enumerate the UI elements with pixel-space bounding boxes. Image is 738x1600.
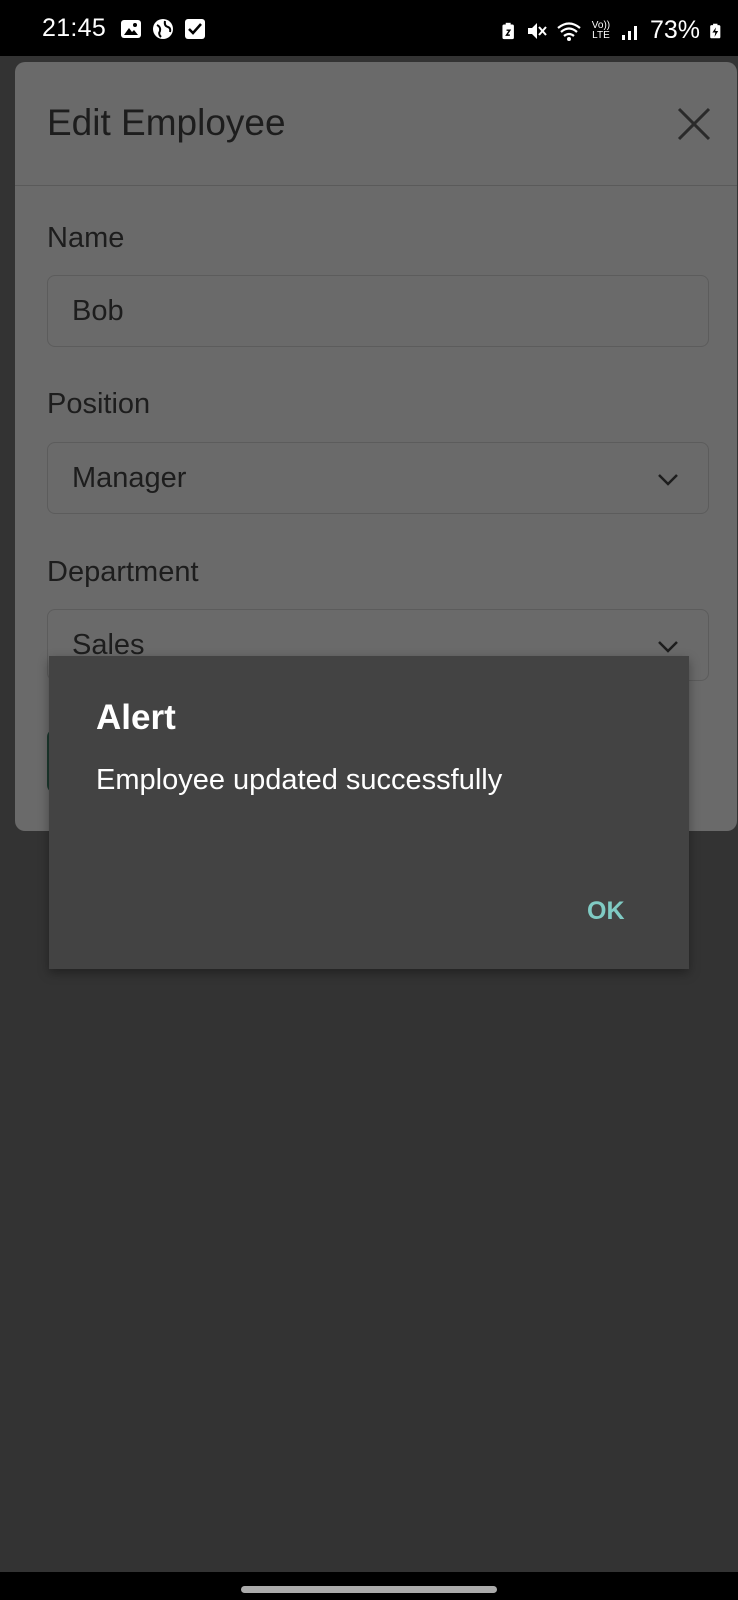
ok-button[interactable]: OK [587,897,625,926]
vpn-globe-icon [153,19,173,39]
status-right-icons: Vo)) LTE 73% [500,16,724,45]
checkbox-notification-icon [185,19,205,39]
battery-charging-icon [710,23,721,38]
department-label: Department [47,556,199,588]
position-select-value: Manager [72,462,187,494]
home-indicator[interactable] [241,1586,497,1593]
close-icon[interactable] [676,106,712,142]
volte-icon: Vo)) LTE [591,19,611,41]
position-label: Position [47,388,151,420]
battery-saver-icon [502,22,514,39]
alert-message: Employee updated successfully [96,764,503,796]
chevron-down-icon [658,474,678,486]
wifi-icon [557,21,581,41]
mute-icon [527,22,547,39]
name-input[interactable]: Bob [47,275,709,347]
status-time: 21:45 [42,14,107,42]
modal-title: Edit Employee [47,102,286,143]
alert-title: Alert [96,698,176,737]
position-select[interactable]: Manager [47,442,709,514]
modal-header: Edit Employee [15,62,737,186]
name-label: Name [47,222,125,254]
chevron-down-icon [658,641,678,653]
status-left-icons [120,18,206,40]
battery-percentage: 73% [649,16,700,44]
alert-dialog: Alert Employee updated successfully OK [49,656,689,969]
signal-icon [621,25,637,40]
status-bar: 21:45 Vo)) LTE 73% [0,0,738,56]
image-icon [121,20,141,38]
name-input-value: Bob [72,295,124,327]
